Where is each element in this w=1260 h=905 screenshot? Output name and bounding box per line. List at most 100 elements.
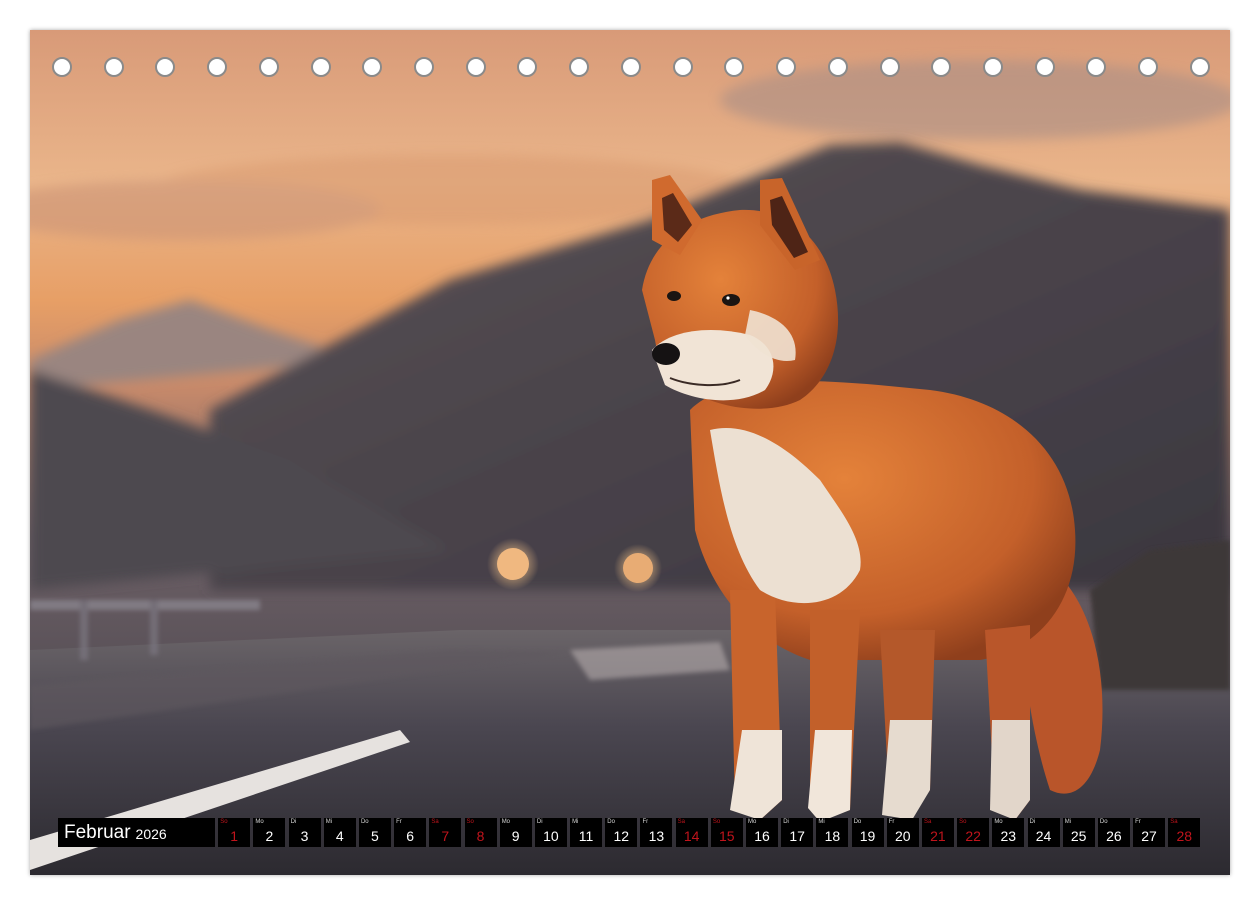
binding-hole — [517, 57, 538, 77]
day-number: 19 — [859, 828, 876, 844]
binding-hole — [1034, 57, 1055, 77]
weekday-label: Mo — [255, 819, 264, 825]
weekday-label: Fr — [888, 819, 895, 825]
weekday-label: Do — [360, 819, 369, 825]
day-cell: So 22 — [957, 818, 990, 847]
day-cell: So 15 — [710, 818, 743, 847]
day-cell: Sa 7 — [429, 818, 462, 847]
weekday-label: Mo — [501, 819, 511, 825]
weekday-label: Di — [290, 819, 297, 825]
binding-hole — [362, 57, 383, 77]
weekday-label: Sa — [1170, 819, 1178, 825]
day-cell: Mi 25 — [1062, 818, 1095, 847]
weekday-label: Fr — [396, 819, 402, 825]
weekday-label: Mi — [1064, 819, 1072, 825]
weekday-label: So — [712, 819, 721, 825]
weekday-label: Fr — [1135, 819, 1141, 825]
day-cell: Sa 14 — [675, 818, 708, 847]
day-number: 1 — [230, 828, 239, 844]
day-number: 8 — [476, 828, 485, 844]
day-number: 20 — [894, 828, 911, 844]
day-cell: Fr 27 — [1133, 818, 1166, 847]
binding-hole — [776, 57, 797, 77]
day-cell: Do 19 — [851, 818, 884, 847]
day-number: 6 — [406, 828, 415, 844]
weekday-label: Di — [536, 819, 543, 825]
binding-hole — [207, 57, 228, 77]
day-cell: So 1 — [218, 818, 251, 847]
day-cell: Do 12 — [605, 818, 638, 847]
weekday-label: Sa — [431, 819, 439, 825]
binding-hole — [103, 57, 124, 77]
day-number: 10 — [543, 828, 559, 844]
day-cell: Mo 23 — [992, 818, 1025, 847]
binding-holes — [52, 55, 1210, 79]
day-number: 13 — [648, 828, 665, 844]
day-cell: Mi 11 — [570, 818, 603, 847]
weekday-label: Fr — [642, 819, 649, 825]
weekday-label: Di — [783, 819, 789, 825]
binding-hole — [827, 57, 848, 77]
weekday-label: Mo — [748, 819, 757, 825]
day-number: 23 — [1000, 828, 1017, 844]
weekday-label: Mi — [818, 819, 825, 825]
month-calendar-strip: Februar 2026 So 1 Mo 2 Di 3 Mi 4 Do 5 Fr 6 Sa 7 So 8 Mo 9… — [58, 818, 1201, 847]
day-number: 22 — [965, 828, 981, 844]
day-number: 28 — [1176, 828, 1193, 844]
day-number: 9 — [511, 828, 520, 844]
binding-hole — [52, 57, 72, 77]
day-number: 24 — [1035, 828, 1052, 844]
weekday-label: So — [959, 819, 967, 825]
day-number: 4 — [335, 828, 344, 844]
weekday-label: Mo — [994, 819, 1003, 825]
day-cell: Fr 13 — [640, 818, 673, 847]
weekday-label: So — [220, 819, 228, 825]
day-cell: Do 26 — [1097, 818, 1130, 847]
binding-hole — [724, 57, 745, 77]
day-number: 14 — [683, 828, 700, 844]
binding-hole — [1086, 57, 1107, 77]
day-cell: Di 10 — [534, 818, 567, 847]
binding-hole — [310, 57, 331, 77]
weekday-label: Sa — [677, 819, 685, 825]
binding-hole — [620, 57, 641, 77]
weekday-label: So — [466, 819, 474, 825]
weekday-label: Do — [607, 819, 615, 825]
weekday-label: Do — [853, 819, 862, 825]
day-cell: Sa 28 — [1168, 818, 1201, 847]
binding-hole — [155, 57, 176, 77]
day-number: 21 — [930, 828, 946, 844]
day-cell: Do 5 — [358, 818, 391, 847]
day-cell: Di 3 — [288, 818, 321, 847]
binding-hole — [1189, 57, 1210, 77]
weekday-label: Mi — [572, 819, 579, 825]
dog-photo — [30, 30, 1230, 875]
year-label: 2026 — [135, 826, 167, 842]
binding-hole — [1138, 57, 1159, 77]
day-cell: Mi 18 — [816, 818, 849, 847]
day-number: 3 — [300, 828, 309, 844]
day-cell: Fr 6 — [394, 818, 427, 847]
binding-hole — [879, 57, 900, 77]
day-number: 15 — [719, 828, 735, 844]
day-cell: Mo 2 — [253, 818, 286, 847]
day-cell: So 8 — [464, 818, 497, 847]
month-label-cell: Februar 2026 — [58, 818, 215, 847]
day-number: 5 — [371, 828, 379, 844]
day-cell: Mi 4 — [323, 818, 356, 847]
binding-hole — [931, 57, 952, 77]
day-number: 16 — [754, 828, 770, 844]
binding-hole — [414, 57, 435, 77]
binding-hole — [672, 57, 693, 77]
day-number: 26 — [1106, 828, 1122, 844]
month-name: Februar — [64, 821, 131, 843]
day-cell: Sa 21 — [921, 818, 954, 847]
day-number: 11 — [578, 828, 594, 844]
day-cell: Di 24 — [1027, 818, 1060, 847]
calendar-page: Februar 2026 So 1 Mo 2 Di 3 Mi 4 Do 5 Fr 6 Sa 7 So 8 Mo 9… — [30, 30, 1230, 875]
binding-hole — [465, 57, 486, 77]
day-number: 25 — [1070, 828, 1087, 844]
binding-hole — [258, 57, 279, 77]
day-cell: Fr 20 — [886, 818, 919, 847]
day-number: 27 — [1141, 828, 1157, 844]
